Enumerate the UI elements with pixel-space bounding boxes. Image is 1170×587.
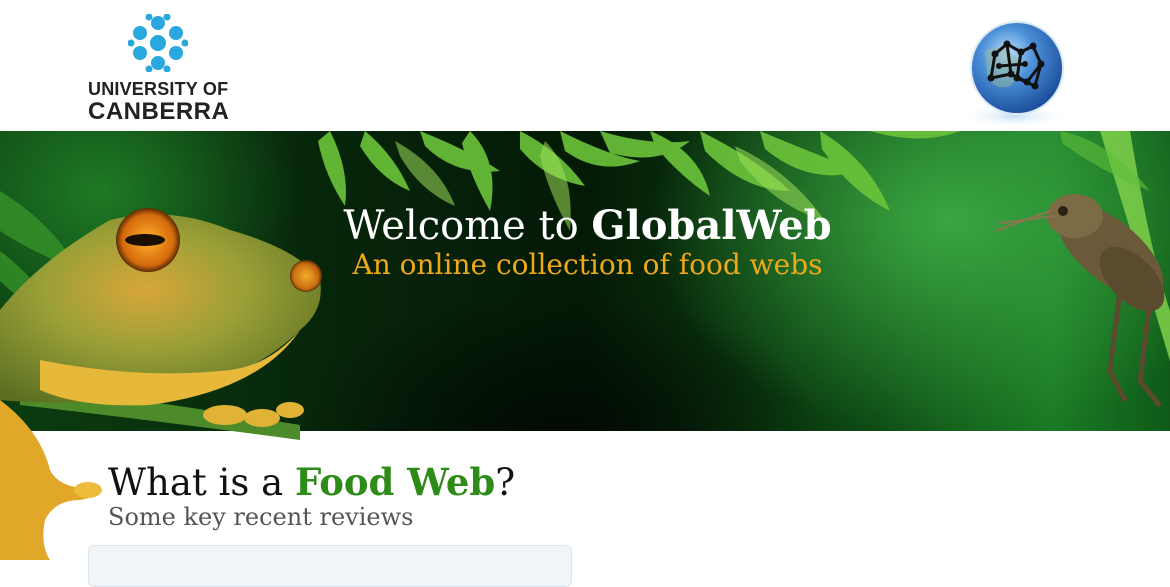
- section-title-prefix: What is a: [108, 461, 295, 504]
- university-name-line2: CANBERRA: [88, 98, 230, 125]
- university-name: UNIVERSITY OF CANBERRA: [88, 80, 229, 124]
- reviews-panel: [88, 545, 572, 587]
- section-title-suffix: ?: [495, 461, 516, 504]
- section-title: What is a Food Web?: [108, 460, 515, 505]
- banner-title-prefix: Welcome to: [343, 203, 592, 249]
- section-subtitle: Some key recent reviews: [108, 503, 414, 531]
- university-crest-icon: [128, 14, 188, 72]
- section-title-highlight: Food Web: [294, 460, 496, 504]
- food-web-globe-icon[interactable]: [955, 16, 1073, 128]
- university-of-canberra-logo[interactable]: UNIVERSITY OF CANBERRA: [88, 14, 233, 126]
- site-header: UNIVERSITY OF CANBERRA: [0, 0, 1170, 131]
- university-name-line1: UNIVERSITY OF: [88, 79, 229, 99]
- site-name: GlobalWeb: [591, 202, 832, 249]
